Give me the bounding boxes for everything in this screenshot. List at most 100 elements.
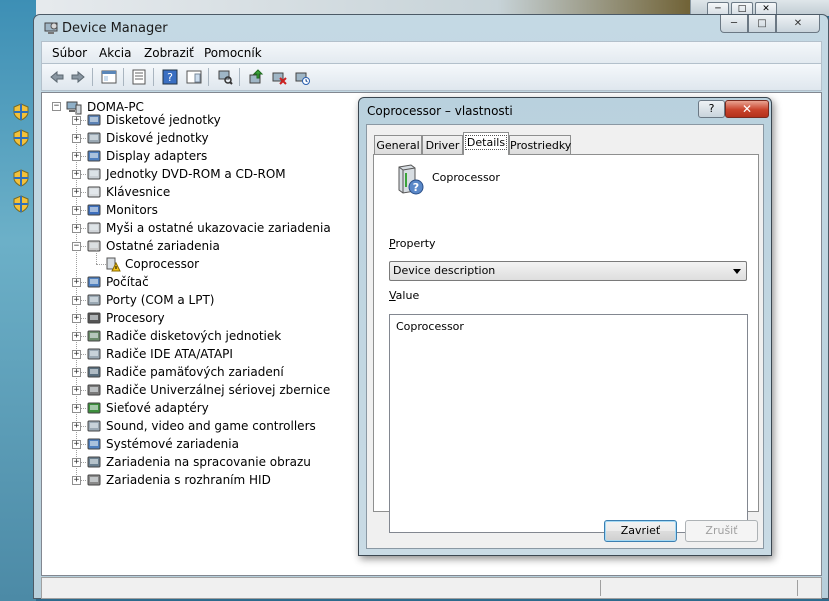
value-list-item[interactable]: Coprocessor bbox=[396, 320, 464, 333]
desktop-left-strip bbox=[0, 0, 36, 601]
close-button[interactable]: ✕ bbox=[776, 15, 820, 33]
tree-category-item[interactable]: Radiče pamäťových zariadení bbox=[106, 365, 284, 379]
tree-category-item[interactable]: Sieťové adaptéry bbox=[106, 401, 209, 415]
update-driver-icon[interactable] bbox=[248, 69, 264, 85]
uninstall-device-icon[interactable] bbox=[294, 69, 310, 85]
processor-icon bbox=[87, 312, 101, 324]
value-label-text: alue bbox=[395, 289, 420, 302]
dialog-close-button[interactable]: ✕ bbox=[725, 100, 769, 118]
tree-category-item[interactable]: Radiče IDE ATA/ATAPI bbox=[106, 347, 233, 361]
root-expander[interactable]: − bbox=[52, 102, 61, 111]
hid-icon bbox=[87, 474, 101, 486]
menu-file[interactable]: Súbor bbox=[52, 46, 87, 60]
console-tree-icon[interactable] bbox=[101, 69, 117, 85]
tree-expander[interactable]: + bbox=[72, 422, 81, 431]
system-device-icon bbox=[87, 438, 101, 450]
tree-category-item[interactable]: Diskové jednotky bbox=[106, 131, 209, 145]
display-adapter-icon bbox=[87, 150, 101, 162]
value-list[interactable]: Coprocessor bbox=[389, 314, 748, 533]
property-select[interactable]: Device description bbox=[389, 261, 747, 281]
dialog-help-button[interactable]: ? bbox=[698, 100, 725, 118]
maximize-button[interactable]: □ bbox=[748, 15, 776, 33]
tree-expander[interactable]: + bbox=[72, 206, 81, 215]
menu-action[interactable]: Akcia bbox=[99, 46, 131, 60]
tree-category-item[interactable]: Display adapters bbox=[106, 149, 207, 163]
device-name: Coprocessor bbox=[432, 171, 500, 184]
disable-device-icon[interactable] bbox=[271, 69, 287, 85]
tree-category-item[interactable]: Ostatné zariadenia bbox=[106, 239, 220, 253]
tree-category-item[interactable]: Klávesnice bbox=[106, 185, 170, 199]
tree-expander[interactable]: − bbox=[72, 242, 81, 251]
imaging-device-icon bbox=[87, 456, 101, 468]
tree-expander[interactable]: + bbox=[72, 116, 81, 125]
tree-expander[interactable]: + bbox=[72, 224, 81, 233]
tree-category-item[interactable]: Myši a ostatné ukazovacie zariadenia bbox=[106, 221, 331, 235]
cancel-button[interactable]: Zrušiť bbox=[685, 520, 758, 542]
tab-details[interactable]: Details bbox=[463, 132, 509, 155]
tree-category-item[interactable]: Zariadenia s rozhraním HID bbox=[106, 473, 271, 487]
details-panel: ? Coprocessor Property Device descriptio… bbox=[373, 154, 759, 533]
unknown-device-large-icon: ? bbox=[398, 164, 424, 195]
tree-category-item[interactable]: Jednotky DVD-ROM a CD-ROM bbox=[106, 167, 286, 181]
tree-expander[interactable]: + bbox=[72, 386, 81, 395]
tree-category-item[interactable]: Radiče Univerzálnej sériovej zbernice bbox=[106, 383, 330, 397]
computer-icon bbox=[87, 276, 101, 288]
tree-category-item[interactable]: Procesory bbox=[106, 311, 165, 325]
tree-child-item[interactable]: Coprocessor bbox=[125, 257, 199, 271]
tree-expander[interactable]: + bbox=[72, 170, 81, 179]
shield-icon bbox=[13, 103, 29, 121]
action-pane-icon[interactable] bbox=[186, 69, 202, 85]
tree-expander[interactable]: + bbox=[72, 458, 81, 467]
toolbar-separator bbox=[239, 68, 240, 86]
minimize-button[interactable]: ─ bbox=[720, 15, 748, 33]
monitor-icon bbox=[87, 204, 101, 216]
tree-expander[interactable]: + bbox=[72, 332, 81, 341]
tree-connector bbox=[96, 250, 97, 264]
tree-category-item[interactable]: Porty (COM a LPT) bbox=[106, 293, 214, 307]
value-label: Value bbox=[389, 289, 419, 302]
tab-resources[interactable]: Prostriedky bbox=[509, 135, 571, 154]
property-label: Property bbox=[389, 237, 436, 250]
tree-category-item[interactable]: Radiče disketových jednotiek bbox=[106, 329, 281, 343]
tree-category-item[interactable]: Disketové jednotky bbox=[106, 113, 221, 127]
svg-text:?: ? bbox=[167, 71, 173, 84]
tree-expander[interactable]: + bbox=[72, 350, 81, 359]
properties-icon[interactable] bbox=[131, 69, 147, 85]
scan-hardware-icon[interactable] bbox=[217, 69, 233, 85]
tree-expander[interactable]: + bbox=[72, 440, 81, 449]
floppy-drive-icon bbox=[87, 114, 101, 126]
back-arrow-icon[interactable] bbox=[49, 69, 65, 85]
shield-icon bbox=[13, 129, 29, 147]
tree-expander[interactable]: + bbox=[72, 314, 81, 323]
shield-icon bbox=[13, 195, 29, 213]
port-icon bbox=[87, 294, 101, 306]
tree-expander[interactable]: + bbox=[72, 134, 81, 143]
menu-view[interactable]: Zobraziť bbox=[144, 46, 194, 60]
tree-expander[interactable]: + bbox=[72, 368, 81, 377]
keyboard-icon bbox=[87, 186, 101, 198]
tab-general[interactable]: General bbox=[374, 135, 422, 154]
tree-category-item[interactable]: Zariadenia na spracovanie obrazu bbox=[106, 455, 311, 469]
status-divider bbox=[797, 580, 798, 596]
help-icon[interactable]: ? bbox=[162, 69, 178, 85]
tree-expander[interactable]: + bbox=[72, 278, 81, 287]
sound-icon bbox=[87, 420, 101, 432]
close-dialog-button[interactable]: Zavrieť bbox=[604, 520, 677, 542]
property-select-value: Device description bbox=[393, 264, 496, 277]
tree-expander[interactable]: + bbox=[72, 188, 81, 197]
warning-device-icon bbox=[106, 257, 121, 272]
tree-expander[interactable]: + bbox=[72, 296, 81, 305]
tree-expander[interactable]: + bbox=[72, 404, 81, 413]
tree-category-item[interactable]: Systémové zariadenia bbox=[106, 437, 239, 451]
tree-category-item[interactable]: Monitors bbox=[106, 203, 158, 217]
tree-expander[interactable]: + bbox=[72, 152, 81, 161]
tree-category-item[interactable]: Sound, video and game controllers bbox=[106, 419, 316, 433]
tree-expander[interactable]: + bbox=[72, 476, 81, 485]
disk-drive-icon bbox=[87, 132, 101, 144]
dialog-title: Coprocessor – vlastnosti bbox=[367, 104, 513, 118]
tab-driver[interactable]: Driver bbox=[422, 135, 463, 154]
menu-help[interactable]: Pomocník bbox=[204, 46, 262, 60]
forward-arrow-icon[interactable] bbox=[70, 69, 86, 85]
computer-icon bbox=[66, 101, 82, 115]
tree-category-item[interactable]: Počítač bbox=[106, 275, 149, 289]
